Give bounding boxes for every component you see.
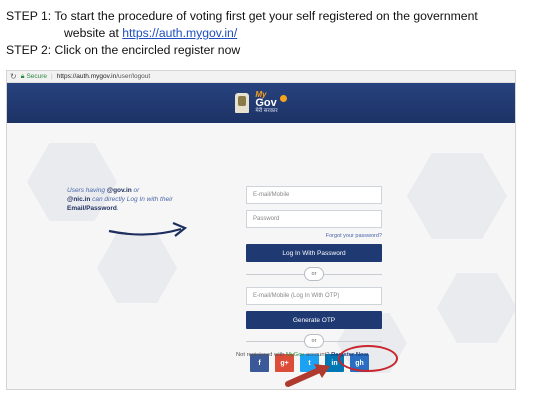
or-divider: or	[246, 267, 382, 281]
login-with-password-button[interactable]: Log In With Password	[246, 244, 382, 262]
lock-icon: 🔒︎	[20, 72, 25, 80]
generate-otp-button[interactable]: Generate OTP	[246, 311, 382, 329]
step2-text: STEP 2: Click on the encircled register …	[6, 42, 536, 59]
note-or: or	[131, 187, 140, 194]
highlight-circle	[338, 345, 398, 372]
step1-cont-label: website at	[64, 26, 123, 40]
password-input[interactable]: Password	[246, 210, 382, 228]
register-suffix: account?	[304, 352, 332, 358]
hex-decoration	[407, 153, 507, 239]
url-path: /user/logout	[116, 73, 151, 80]
screenshot-frame: ↻ 🔒︎ Secure | https://auth.mygov.in /use…	[6, 70, 516, 390]
forgot-password-link[interactable]: Forgot your password?	[246, 233, 382, 239]
url-domain: https://auth.mygov.in	[56, 73, 117, 80]
otp-input[interactable]: E-mail/Mobile (Log In With OTP)	[246, 287, 382, 305]
note-credentials: Email/Password	[67, 205, 117, 212]
login-note: Users having @gov.in or @nic.in can dire…	[67, 186, 187, 213]
logo-sun-icon	[279, 94, 287, 102]
hex-decoration	[97, 233, 177, 303]
instructions: STEP 1: To start the procedure of voting…	[6, 8, 536, 59]
or-label-2: or	[304, 334, 324, 348]
reload-icon[interactable]: ↻	[10, 72, 17, 81]
national-emblem-icon	[235, 93, 250, 113]
hex-decoration	[437, 273, 515, 343]
logo-gov: Gov	[255, 97, 277, 109]
address-bar[interactable]: ↻ 🔒︎ Secure | https://auth.mygov.in /use…	[7, 71, 515, 83]
secure-label: Secure	[26, 73, 48, 80]
curved-arrow-icon	[108, 221, 188, 237]
step1-label: STEP 1: To start the procedure of voting…	[6, 9, 478, 23]
register-brand: MyGov	[285, 352, 305, 358]
login-area: Users having @gov.in or @nic.in can dire…	[7, 123, 515, 389]
red-arrow-icon	[285, 364, 330, 387]
facebook-icon: f	[258, 359, 261, 367]
note-nic-domain: @nic.in	[67, 196, 91, 203]
or-label: or	[304, 267, 324, 281]
divider: |	[51, 73, 53, 80]
login-form: E-mail/Mobile Password Forgot your passw…	[246, 186, 382, 372]
email-mobile-input[interactable]: E-mail/Mobile	[246, 186, 382, 204]
step1-text: STEP 1: To start the procedure of voting…	[6, 8, 536, 25]
note-period: .	[116, 205, 119, 212]
note-rest: can directly Log In with their	[90, 196, 173, 203]
note-text: Users having	[67, 187, 107, 194]
mygov-logo[interactable]: My Gov मेरी सरकार	[255, 91, 277, 115]
register-prefix: Not registered with	[236, 352, 286, 358]
site-header: My Gov मेरी सरकार	[7, 83, 515, 123]
mygov-auth-link[interactable]: https://auth.mygov.in/	[122, 26, 237, 40]
note-gov-domain: @gov.in	[106, 187, 132, 194]
step1-continuation: website at https://auth.mygov.in/	[6, 25, 536, 42]
logo-hindi: मेरी सरकार	[255, 108, 278, 114]
step2-label: STEP 2: Click on the encircled register …	[6, 43, 241, 57]
